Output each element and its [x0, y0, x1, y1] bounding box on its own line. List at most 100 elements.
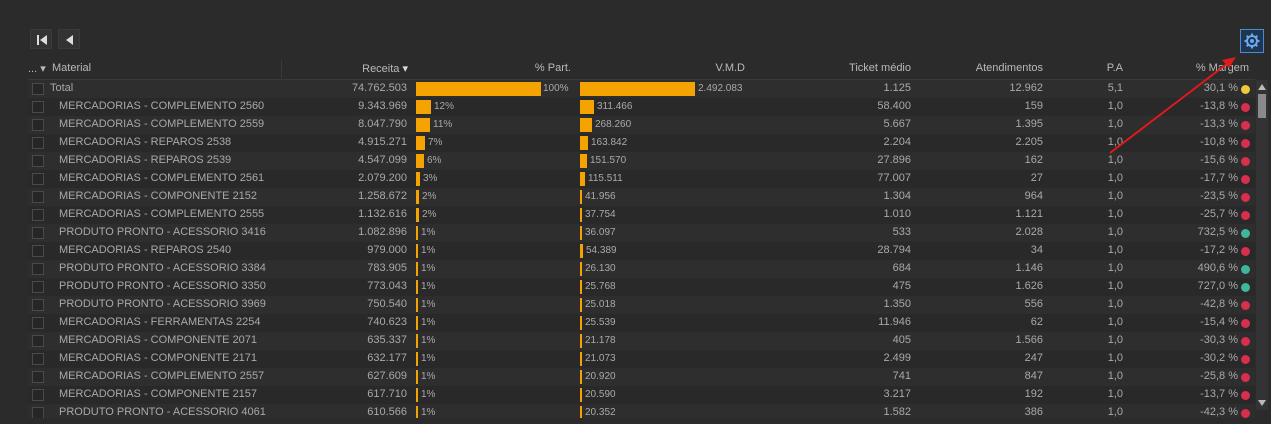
- row-checkbox[interactable]: [32, 245, 44, 257]
- table-row[interactable]: MERCADORIAS - COMPLEMENTO 2555 1.132.616 2…: [28, 206, 1255, 224]
- part-label: 1%: [421, 317, 436, 328]
- row-checkbox[interactable]: [32, 227, 44, 239]
- vmd-label: 36.097: [585, 227, 616, 238]
- pa-cell: 1,0: [1107, 136, 1123, 148]
- first-page-button[interactable]: [30, 29, 52, 49]
- row-checkbox[interactable]: [32, 209, 44, 221]
- receita-cell: 9.343.969: [358, 100, 407, 112]
- receita-cell: 610.566: [367, 406, 407, 418]
- row-checkbox[interactable]: [32, 263, 44, 275]
- vmd-label: 268.260: [595, 119, 632, 130]
- row-checkbox[interactable]: [32, 83, 44, 95]
- row-checkbox[interactable]: [32, 137, 44, 149]
- ticket-cell: 27.896: [877, 154, 911, 166]
- dropdown-icon: ▾: [37, 63, 46, 75]
- expand-column-button[interactable]: ... ▾: [28, 62, 46, 75]
- header-material[interactable]: Material: [52, 62, 91, 74]
- table-row[interactable]: MERCADORIAS - REPAROS 2538 4.915.271 7% 163…: [28, 134, 1255, 152]
- atendimentos-cell: 556: [1024, 298, 1043, 310]
- scroll-up-icon[interactable]: [1258, 84, 1266, 90]
- row-checkbox[interactable]: [32, 155, 44, 167]
- pa-cell: 1,0: [1107, 316, 1123, 328]
- receita-cell: 635.337: [367, 334, 407, 346]
- vmd-bar: [580, 388, 582, 402]
- part-bar: [416, 316, 418, 330]
- header-ticket[interactable]: Ticket médio: [788, 62, 911, 74]
- row-checkbox[interactable]: [32, 191, 44, 203]
- margem-cell: -15,4 %: [1200, 316, 1238, 328]
- part-label: 2%: [422, 191, 437, 202]
- atendimentos-cell: 1.566: [1015, 334, 1043, 346]
- header-vmd[interactable]: V.M.D: [583, 62, 745, 74]
- vertical-scrollbar[interactable]: [1256, 80, 1268, 410]
- part-bar: [416, 334, 418, 348]
- row-checkbox[interactable]: [32, 173, 44, 185]
- table-row[interactable]: MERCADORIAS - COMPLEMENTO 2561 2.079.200 3…: [28, 170, 1255, 188]
- table-row[interactable]: PRODUTO PRONTO - ACESSORIO 4061 610.566 1%…: [28, 404, 1255, 418]
- table-row[interactable]: MERCADORIAS - COMPLEMENTO 2560 9.343.969 1…: [28, 98, 1255, 116]
- part-label: 1%: [421, 335, 436, 346]
- status-dot-icon: [1241, 247, 1250, 256]
- atendimentos-cell: 1.121: [1015, 208, 1043, 220]
- table-row[interactable]: MERCADORIAS - REPAROS 2539 4.547.099 6% 151…: [28, 152, 1255, 170]
- header-atendimentos[interactable]: Atendimentos: [918, 62, 1043, 74]
- table-row[interactable]: MERCADORIAS - COMPONENTE 2157 617.710 1% 20…: [28, 386, 1255, 404]
- header-margem[interactable]: % Margem: [1138, 62, 1249, 74]
- receita-cell: 1.082.896: [358, 226, 407, 238]
- ticket-cell: 11.946: [878, 316, 911, 328]
- table-row[interactable]: MERCADORIAS - COMPONENTE 2171 632.177 1% 21…: [28, 350, 1255, 368]
- pa-cell: 1,0: [1107, 100, 1123, 112]
- row-checkbox[interactable]: [32, 371, 44, 383]
- part-bar: [416, 82, 541, 96]
- part-label: 100%: [543, 83, 569, 94]
- header-pa[interactable]: P.A: [1058, 62, 1123, 74]
- table-row[interactable]: MERCADORIAS - COMPLEMENTO 2559 8.047.790 1…: [28, 116, 1255, 134]
- status-dot-icon: [1241, 265, 1250, 274]
- status-dot-icon: [1241, 391, 1250, 400]
- row-checkbox[interactable]: [32, 335, 44, 347]
- row-checkbox[interactable]: [32, 281, 44, 293]
- row-checkbox[interactable]: [32, 299, 44, 311]
- table-row[interactable]: MERCADORIAS - COMPLEMENTO 2557 627.609 1% 2…: [28, 368, 1255, 386]
- margem-cell: 727,0 %: [1197, 280, 1238, 292]
- status-dot-icon: [1241, 301, 1250, 310]
- header-receita[interactable]: Receita ▾: [328, 62, 408, 75]
- material-cell: PRODUTO PRONTO - ACESSORIO 4061: [59, 406, 266, 418]
- material-cell: MERCADORIAS - COMPONENTE 2157: [59, 388, 258, 400]
- previous-page-button[interactable]: [58, 29, 80, 49]
- atendimentos-cell: 386: [1024, 406, 1043, 418]
- row-checkbox[interactable]: [32, 317, 44, 329]
- part-label: 1%: [421, 263, 436, 274]
- part-bar: [416, 208, 419, 222]
- scroll-down-icon[interactable]: [1258, 400, 1266, 406]
- pa-cell: 1,0: [1107, 118, 1123, 130]
- margem-cell: 732,5 %: [1197, 226, 1238, 238]
- row-checkbox[interactable]: [32, 353, 44, 365]
- table-row[interactable]: PRODUTO PRONTO - ACESSORIO 3416 1.082.896…: [28, 224, 1255, 242]
- atendimentos-cell: 2.028: [1015, 226, 1043, 238]
- header-part[interactable]: % Part.: [418, 62, 571, 74]
- vmd-label: 26.130: [585, 263, 616, 274]
- scrollbar-thumb[interactable]: [1258, 94, 1266, 118]
- table-row[interactable]: PRODUTO PRONTO - ACESSORIO 3350 773.043 1%…: [28, 278, 1255, 296]
- part-label: 11%: [433, 119, 453, 130]
- vmd-label: 54.389: [586, 245, 617, 256]
- vmd-bar: [580, 262, 582, 276]
- margem-cell: -17,2 %: [1200, 244, 1238, 256]
- table-row[interactable]: MERCADORIAS - FERRAMENTAS 2254 740.623 1% 2…: [28, 314, 1255, 332]
- total-row[interactable]: Total 74.762.503 100% 2.492.083 1.125 12.962 5…: [28, 80, 1255, 98]
- status-dot-icon: [1241, 409, 1250, 418]
- row-checkbox[interactable]: [32, 389, 44, 401]
- settings-button[interactable]: [1240, 29, 1264, 53]
- table-row[interactable]: MERCADORIAS - COMPONENTE 2071 635.337 1% 21…: [28, 332, 1255, 350]
- table-row[interactable]: MERCADORIAS - REPAROS 2540 979.000 1% 54.38…: [28, 242, 1255, 260]
- row-checkbox[interactable]: [32, 119, 44, 131]
- vmd-bar: [580, 208, 582, 222]
- material-cell: MERCADORIAS - FERRAMENTAS 2254: [59, 316, 261, 328]
- row-checkbox[interactable]: [32, 101, 44, 113]
- table-row[interactable]: PRODUTO PRONTO - ACESSORIO 3969 750.540 1%…: [28, 296, 1255, 314]
- pa-cell: 1,0: [1107, 388, 1123, 400]
- table-row[interactable]: MERCADORIAS - COMPONENTE 2152 1.258.672 2%…: [28, 188, 1255, 206]
- row-checkbox[interactable]: [32, 407, 44, 418]
- table-row[interactable]: PRODUTO PRONTO - ACESSORIO 3384 783.905 1%…: [28, 260, 1255, 278]
